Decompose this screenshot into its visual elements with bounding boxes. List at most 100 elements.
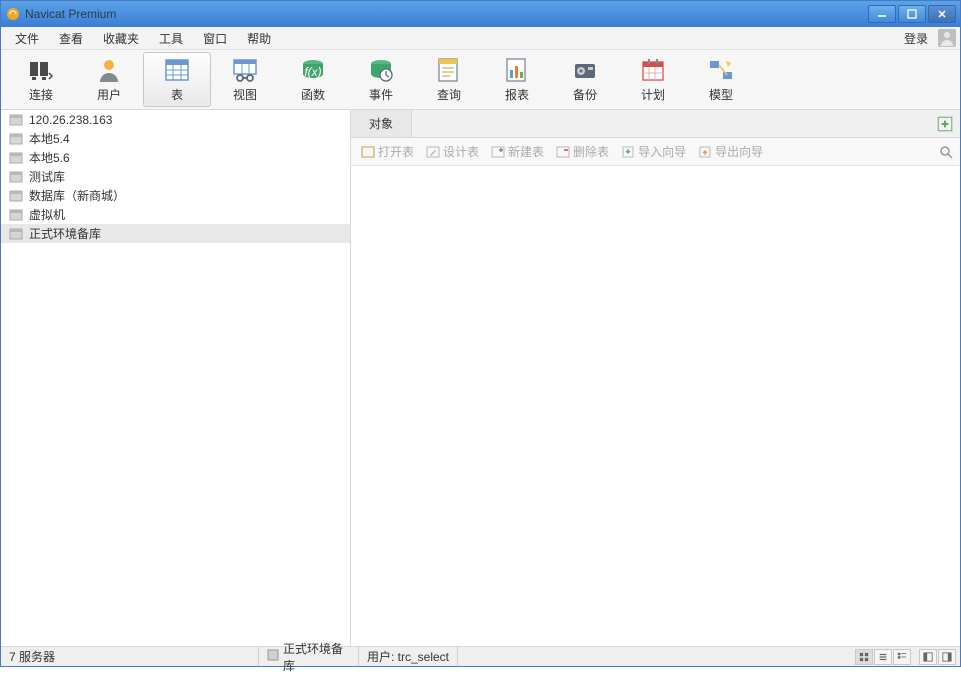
menubar: 文件 查看 收藏夹 工具 窗口 帮助 登录 <box>1 27 960 50</box>
tree-item[interactable]: 120.26.238.163 <box>1 110 350 129</box>
status-user: 用户: trc_select <box>359 647 458 666</box>
view-list-button[interactable] <box>874 649 892 665</box>
app-title: Navicat Premium <box>25 7 868 21</box>
tool-model[interactable]: 模型 <box>687 52 755 107</box>
connection-tree[interactable]: 120.26.238.163 本地5.4 本地5.6测试库数据库（新商城） 虚拟机正式… <box>1 110 351 646</box>
statusbar: 7 服务器 正式环境备库 用户: trc_select <box>1 646 960 666</box>
maximize-button[interactable] <box>898 5 926 23</box>
status-connection: 正式环境备库 <box>259 647 359 666</box>
tab-objects[interactable]: 对象 <box>351 110 412 137</box>
delete-table-button[interactable]: 删除表 <box>552 141 613 162</box>
tree-item-label: 本地5.4 <box>29 130 70 147</box>
login-link[interactable]: 登录 <box>898 27 934 50</box>
window-controls <box>868 5 956 23</box>
open-table-label: 打开表 <box>378 143 414 160</box>
schedule-icon <box>639 56 667 84</box>
server-icon <box>9 227 23 241</box>
design-table-label: 设计表 <box>443 143 479 160</box>
object-toolbar: 打开表 设计表 新建表 删除表 导入向导 导出向导 <box>351 138 960 166</box>
tool-report-label: 报表 <box>505 86 529 103</box>
export-wizard-label: 导出向导 <box>715 143 763 160</box>
tree-item[interactable]: 本地5.6 <box>1 148 350 167</box>
tool-function[interactable]: f(x) 函数 <box>279 52 347 107</box>
panel-left-button[interactable] <box>919 649 937 665</box>
minimize-button[interactable] <box>868 5 896 23</box>
server-icon <box>9 170 23 184</box>
object-body <box>351 166 960 646</box>
add-tab-icon[interactable] <box>936 115 954 133</box>
server-icon <box>9 132 23 146</box>
open-table-button[interactable]: 打开表 <box>357 141 418 162</box>
user-icon <box>95 56 123 84</box>
tool-view[interactable]: 视图 <box>211 52 279 107</box>
object-tabs: 对象 <box>351 110 960 138</box>
tree-item[interactable]: 正式环境备库 <box>1 224 350 243</box>
model-icon <box>707 56 735 84</box>
tool-view-label: 视图 <box>233 86 257 103</box>
tree-item-label: 虚拟机 <box>29 206 65 223</box>
export-wizard-button[interactable]: 导出向导 <box>694 141 767 162</box>
tool-event[interactable]: 事件 <box>347 52 415 107</box>
tool-backup[interactable]: 备份 <box>551 52 619 107</box>
content-panel: 对象 打开表 设计表 新建表 删除表 导入向导 导出向导 <box>351 110 960 646</box>
tool-connection[interactable]: 连接 <box>7 52 75 107</box>
menu-tools[interactable]: 工具 <box>149 27 193 50</box>
query-icon <box>435 56 463 84</box>
tool-connection-label: 连接 <box>29 86 53 103</box>
titlebar: Navicat Premium <box>1 1 960 27</box>
tool-user[interactable]: 用户 <box>75 52 143 107</box>
main-area: 120.26.238.163 本地5.4 本地5.6测试库数据库（新商城） 虚拟机正式… <box>1 110 960 646</box>
search-icon[interactable] <box>938 144 954 160</box>
new-table-button[interactable]: 新建表 <box>487 141 548 162</box>
tree-item[interactable]: 虚拟机 <box>1 205 350 224</box>
design-table-button[interactable]: 设计表 <box>422 141 483 162</box>
tool-table[interactable]: 表 <box>143 52 211 107</box>
connection-icon <box>27 56 55 84</box>
svg-text:f(x): f(x) <box>304 65 321 79</box>
server-icon <box>9 189 23 203</box>
new-table-label: 新建表 <box>508 143 544 160</box>
menu-view[interactable]: 查看 <box>49 27 93 50</box>
import-wizard-label: 导入向导 <box>638 143 686 160</box>
import-wizard-button[interactable]: 导入向导 <box>617 141 690 162</box>
server-icon <box>9 113 23 127</box>
view-icon <box>231 56 259 84</box>
menu-file[interactable]: 文件 <box>5 27 49 50</box>
tree-item-label: 数据库（新商城） <box>29 187 125 204</box>
event-icon <box>367 56 395 84</box>
panel-right-button[interactable] <box>938 649 956 665</box>
tree-item-label: 本地5.6 <box>29 149 70 166</box>
tree-item-label: 正式环境备库 <box>29 225 101 242</box>
close-button[interactable] <box>928 5 956 23</box>
new-table-icon <box>491 145 505 159</box>
tool-report[interactable]: 报表 <box>483 52 551 107</box>
view-toggles <box>855 649 960 665</box>
tree-item[interactable]: 数据库（新商城） <box>1 186 350 205</box>
delete-table-icon <box>556 145 570 159</box>
status-server-count: 7 服务器 <box>1 647 259 666</box>
tool-schedule[interactable]: 计划 <box>619 52 687 107</box>
open-table-icon <box>361 145 375 159</box>
view-grid-button[interactable] <box>855 649 873 665</box>
backup-icon <box>571 56 599 84</box>
menu-help[interactable]: 帮助 <box>237 27 281 50</box>
app-logo-icon <box>5 6 21 22</box>
user-avatar-icon[interactable] <box>938 29 956 47</box>
tree-item[interactable]: 本地5.4 <box>1 129 350 148</box>
table-icon <box>163 56 191 84</box>
menu-window[interactable]: 窗口 <box>193 27 237 50</box>
delete-table-label: 删除表 <box>573 143 609 160</box>
server-icon <box>9 151 23 165</box>
tool-user-label: 用户 <box>97 86 121 103</box>
main-toolbar: 连接 用户 表 视图 f(x) 函数 事件 查询 报表 备份 计划 模型 <box>1 50 960 110</box>
import-icon <box>621 145 635 159</box>
tool-table-label: 表 <box>171 86 183 103</box>
view-detail-button[interactable] <box>893 649 911 665</box>
tree-item-label: 120.26.238.163 <box>29 113 112 127</box>
menu-favorites[interactable]: 收藏夹 <box>93 27 149 50</box>
export-icon <box>698 145 712 159</box>
tool-query[interactable]: 查询 <box>415 52 483 107</box>
function-icon: f(x) <box>299 56 327 84</box>
tree-item[interactable]: 测试库 <box>1 167 350 186</box>
tool-event-label: 事件 <box>369 86 393 103</box>
